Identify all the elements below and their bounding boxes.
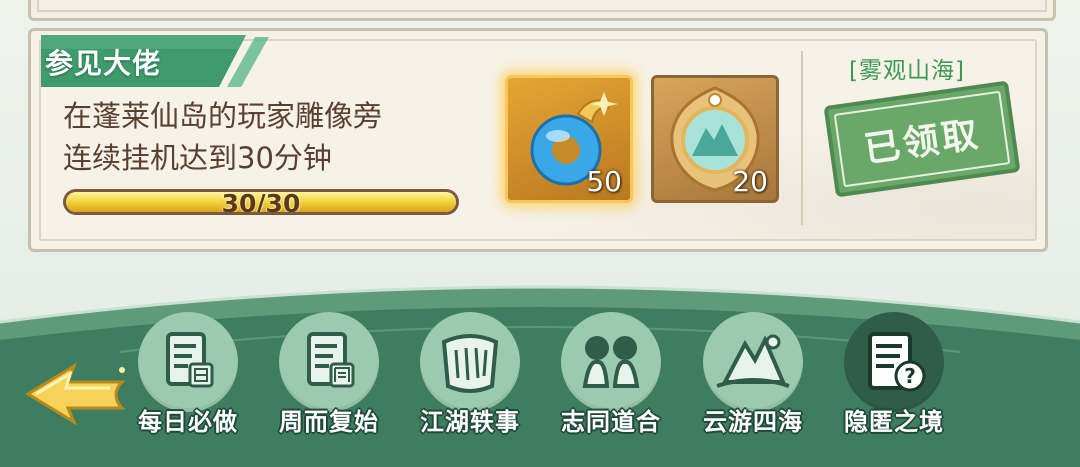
nav-tab-5[interactable]: 云游四海 xyxy=(688,306,818,446)
nav-tab-label: 云游四海 xyxy=(703,407,803,436)
nav-tab-3[interactable]: 江湖轶事 xyxy=(405,306,535,446)
reward-count-2: 20 xyxy=(732,165,768,198)
back-arrow-icon[interactable] xyxy=(22,360,132,426)
nav-tab-label: 隐匿之境 xyxy=(844,407,944,436)
task-progress-bar: 30/30 xyxy=(63,189,459,215)
reward-slot-2[interactable]: 20 xyxy=(651,75,779,203)
task-description-line-2: 连续挂机达到30分钟 xyxy=(63,141,332,175)
card-divider xyxy=(801,51,803,225)
previous-task-card-border xyxy=(37,0,1047,12)
task-card: 参见大佬 在蓬莱仙岛的玩家雕像旁 连续挂机达到30分钟 30/30 50 20 … xyxy=(28,28,1048,252)
progress-track: 30/30 xyxy=(66,192,456,212)
story-scroll-icon xyxy=(420,312,520,412)
hidden-quest-icon: ? xyxy=(844,312,944,412)
companions-icon xyxy=(561,312,661,412)
reward-slot-1[interactable]: 50 xyxy=(505,75,633,203)
daily-scroll-icon xyxy=(138,312,238,412)
nav-tab-4[interactable]: 志同道合 xyxy=(546,306,676,446)
nav-tab-2[interactable]: 周而复始 xyxy=(264,306,394,446)
location-link[interactable]: [雾观山海] xyxy=(849,51,965,85)
task-description: 在蓬莱仙岛的玩家雕像旁 连续挂机达到30分钟 xyxy=(63,95,483,179)
weekly-scroll-icon xyxy=(279,312,379,412)
svg-text:?: ? xyxy=(904,364,916,388)
nav-tab-label: 江湖轶事 xyxy=(420,407,520,436)
previous-task-card xyxy=(28,0,1056,21)
reward-count-1: 50 xyxy=(586,165,622,198)
nav-tab-label: 周而复始 xyxy=(279,407,379,436)
task-description-line-1: 在蓬莱仙岛的玩家雕像旁 xyxy=(63,99,383,133)
nav-tab-1[interactable]: 每日必做 xyxy=(123,306,253,446)
claimed-stamp-label: 已领取 xyxy=(833,90,1011,188)
travel-mountain-icon xyxy=(703,312,803,412)
nav-tab-label: 每日必做 xyxy=(138,407,238,436)
task-title: 参见大佬 xyxy=(45,47,162,80)
nav-tab-label: 志同道合 xyxy=(561,407,661,436)
nav-tab-6[interactable]: ? 隐匿之境 xyxy=(829,306,959,446)
progress-text: 30/30 xyxy=(221,192,301,212)
